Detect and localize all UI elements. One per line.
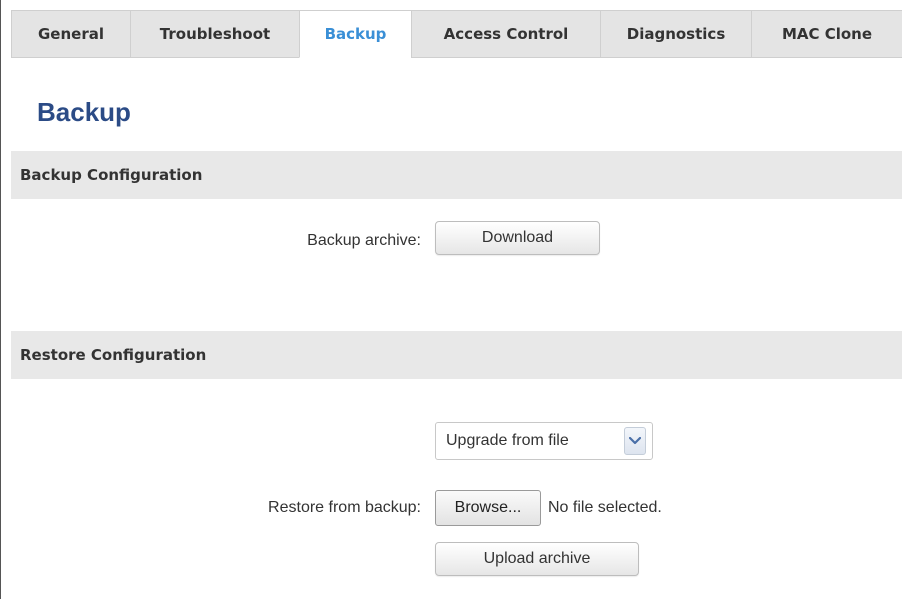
tab-access-control[interactable]: Access Control	[411, 10, 600, 58]
page-frame: General Troubleshoot Backup Access Contr…	[0, 0, 902, 599]
restore-from-backup-label: Restore from backup:	[268, 499, 421, 516]
restore-configuration-header: Restore Configuration	[11, 331, 902, 379]
tab-bar: General Troubleshoot Backup Access Contr…	[11, 10, 902, 58]
backup-configuration-header: Backup Configuration	[11, 151, 902, 199]
browse-button[interactable]: Browse...	[435, 490, 541, 526]
tab-general[interactable]: General	[11, 10, 130, 58]
tab-mac-clone[interactable]: MAC Clone	[751, 10, 902, 58]
restore-mode-select[interactable]: Upgrade from file	[435, 422, 653, 460]
tab-troubleshoot[interactable]: Troubleshoot	[130, 10, 299, 58]
restore-mode-value: Upgrade from file	[446, 432, 569, 449]
tab-diagnostics[interactable]: Diagnostics	[600, 10, 751, 58]
page-title: Backup	[37, 97, 131, 127]
chevron-down-icon[interactable]	[624, 427, 646, 455]
download-button[interactable]: Download	[435, 221, 600, 255]
upload-archive-button[interactable]: Upload archive	[435, 542, 639, 576]
tab-backup[interactable]: Backup	[299, 10, 411, 58]
file-status-text: No file selected.	[548, 499, 662, 516]
backup-archive-label: Backup archive:	[307, 232, 421, 249]
